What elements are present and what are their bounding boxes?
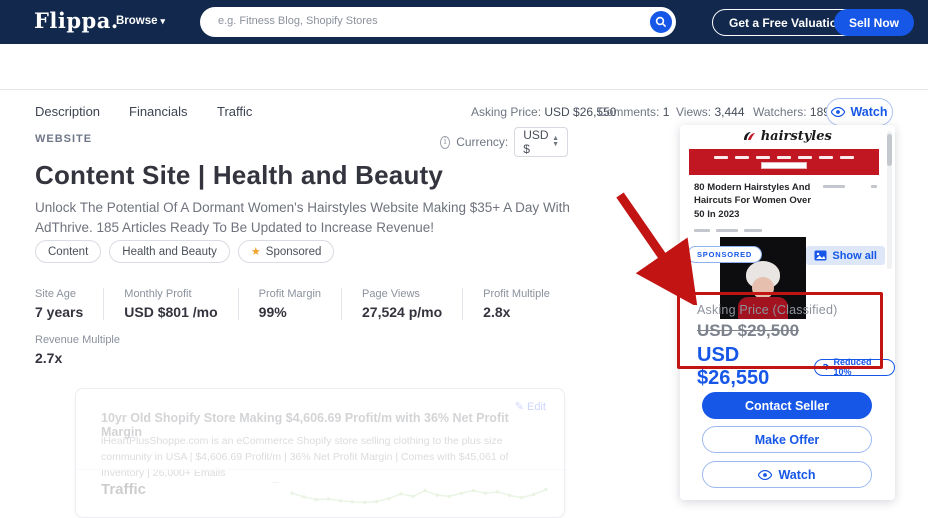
make-offer-button[interactable]: Make Offer <box>702 426 872 453</box>
sidebar-watch-button[interactable]: Watch <box>702 461 872 488</box>
tag-sponsored[interactable]: ★ Sponsored <box>238 240 335 263</box>
preview-nav-menu-placeholder <box>714 156 854 159</box>
tab-financials[interactable]: Financials <box>129 104 188 119</box>
sponsored-badge: SPONSORED <box>687 246 762 263</box>
current-price: USD $26,550 <box>697 344 805 390</box>
preview-article-title: 80 Modern Hairstyles And Haircuts For Wo… <box>694 181 819 221</box>
chevron-down-icon: ▾ <box>161 16 166 26</box>
metric-monthly-profit: Monthly Profit USD $801 /mo <box>103 288 237 320</box>
show-all-button[interactable]: Show all <box>806 246 885 265</box>
metrics-row: Site Age 7 years Monthly Profit USD $801… <box>35 288 570 320</box>
tab-traffic[interactable]: Traffic <box>217 104 252 119</box>
traffic-section-label: Traffic <box>101 481 146 498</box>
subnav-asking-price: Asking Price: USD $26,550 <box>471 105 616 119</box>
search-input[interactable] <box>218 7 618 35</box>
browse-menu[interactable]: Browse▾ <box>116 15 165 27</box>
current-price-row: USD $26,550 Reduced 10% <box>697 344 895 390</box>
metric-profit-margin: Profit Margin 99% <box>238 288 341 320</box>
select-caret-icon: ▲▼ <box>552 136 559 147</box>
listing-type-label: WEBSITE <box>35 133 92 145</box>
reduced-badge: Reduced 10% <box>814 359 895 376</box>
listing-subnav: Description Financials Traffic Asking Pr… <box>0 44 928 90</box>
subnav-views: Views: 3,444 <box>676 105 745 119</box>
preview-article-meta-placeholder <box>694 229 762 232</box>
listing-title: Content Site | Health and Beauty <box>35 160 443 191</box>
scrollbar-thumb[interactable] <box>887 134 892 166</box>
search-icon <box>655 16 667 28</box>
preview-sort-placeholder <box>823 185 877 188</box>
metric-site-age: Site Age 7 years <box>35 288 103 320</box>
metric-profit-multiple: Profit Multiple 2.8x <box>462 288 570 320</box>
top-navbar: Flippa. Browse▾ Get a Free Valuation Sel… <box>0 0 928 44</box>
preview-site-search-placeholder <box>761 162 807 169</box>
tab-description[interactable]: Description <box>35 104 100 119</box>
related-listing-card[interactable]: ✎ Edit 10yr Old Shopify Store Making $4,… <box>75 388 565 518</box>
currency-control: i Currency: USD $ ▲▼ <box>440 127 568 157</box>
old-price: USD $29,500 <box>697 321 799 341</box>
search-bar[interactable] <box>200 7 676 37</box>
star-icon: ★ <box>251 245 261 258</box>
sell-now-button[interactable]: Sell Now <box>834 9 914 36</box>
flippa-logo[interactable]: Flippa. <box>34 8 119 33</box>
tag-content[interactable]: Content <box>35 240 101 263</box>
divider <box>76 469 566 470</box>
listing-description: Unlock The Potential Of A Dormant Women'… <box>35 198 610 237</box>
info-icon: i <box>440 136 450 149</box>
related-listing-content: ✎ Edit 10yr Old Shopify Store Making $4,… <box>76 389 564 517</box>
currency-select[interactable]: USD $ ▲▼ <box>514 127 568 157</box>
browse-label: Browse <box>116 15 158 27</box>
eye-icon <box>758 470 772 480</box>
hairstyles-logo-icon <box>743 131 756 141</box>
preview-scrollbar[interactable] <box>887 131 892 269</box>
price-tag-icon <box>823 363 830 371</box>
metric-page-views: Page Views 27,524 p/mo <box>341 288 462 320</box>
asking-price-label: Asking Price (Classified) <box>697 303 837 317</box>
tag-health-and-beauty[interactable]: Health and Beauty <box>109 240 230 263</box>
sparkline-axis-tick: — <box>272 479 279 486</box>
image-icon <box>814 250 827 261</box>
tag-list: Content Health and Beauty ★ Sponsored <box>35 240 334 263</box>
preview-site-logo: hairstyles <box>680 129 895 144</box>
subnav-watchers: Watchers: 189 <box>753 105 830 119</box>
preview-site-navbar <box>689 149 879 175</box>
subnav-watch-button[interactable]: Watch <box>826 98 893 126</box>
traffic-sparkline <box>288 473 550 517</box>
eye-icon <box>831 107 845 117</box>
currency-label: Currency: <box>456 135 508 149</box>
listing-preview-card: hairstyles 80 Modern Hairstyles And Hair… <box>680 125 895 500</box>
search-button[interactable] <box>648 9 674 35</box>
subnav-comments: Comments: 1 <box>598 105 669 119</box>
metric-revenue-multiple: Revenue Multiple 2.7x <box>35 334 120 366</box>
contact-seller-button[interactable]: Contact Seller <box>702 392 872 419</box>
